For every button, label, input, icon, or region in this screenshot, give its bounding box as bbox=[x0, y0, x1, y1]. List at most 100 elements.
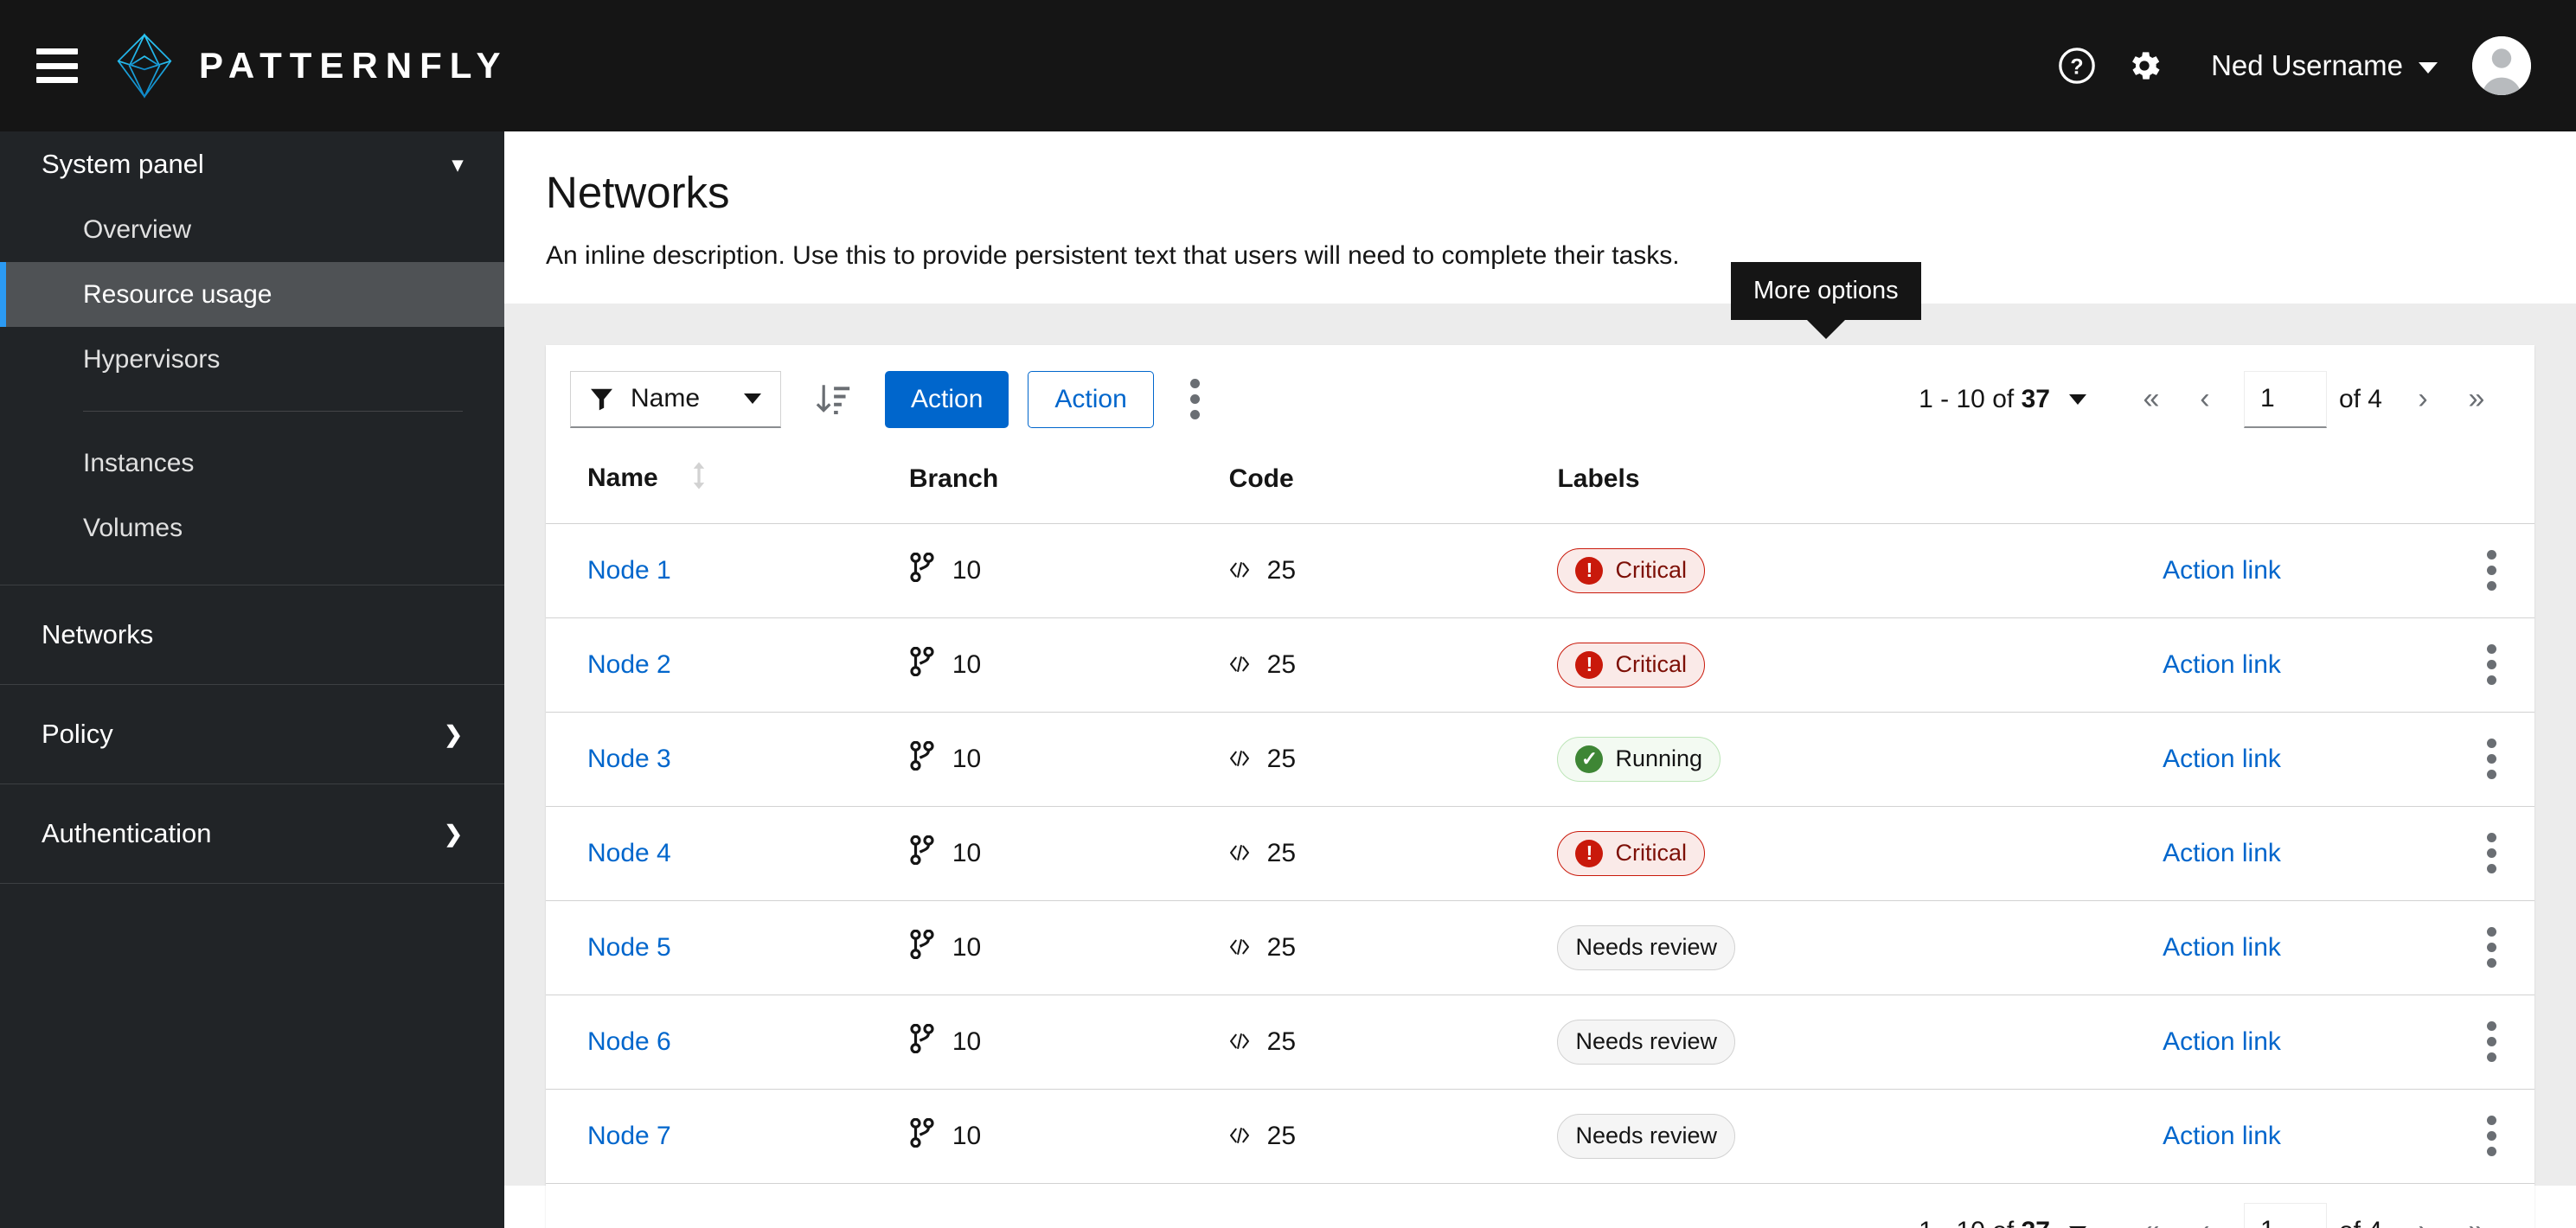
table-toolbar: More options Name Action Action 1 - 10 o… bbox=[546, 261, 2534, 454]
secondary-action-button[interactable]: Action bbox=[1028, 370, 1154, 428]
status-badge-label: Needs review bbox=[1575, 1028, 1718, 1055]
pagination-next-button-bottom[interactable]: › bbox=[2396, 1205, 2450, 1228]
sidebar-item-networks[interactable]: Networks bbox=[0, 585, 504, 684]
page-body: More options Name Action Action 1 - 10 o… bbox=[504, 261, 2576, 1228]
pagination-prev-button-bottom[interactable]: ‹ bbox=[2178, 1205, 2232, 1228]
table-row: Node 6 10 25 Needs review Action link bbox=[546, 995, 2534, 1090]
row-kebab-button[interactable] bbox=[2448, 833, 2534, 874]
column-header-label: Labels bbox=[1557, 464, 1640, 493]
node-link[interactable]: Node 2 bbox=[587, 650, 671, 679]
sidebar-item-resource-usage[interactable]: Resource usage bbox=[0, 262, 504, 327]
row-kebab-button[interactable] bbox=[2448, 550, 2534, 592]
sidebar-item-policy[interactable]: Policy ❯ bbox=[0, 685, 504, 783]
code-value: 25 bbox=[1266, 1027, 1297, 1056]
row-kebab-button[interactable] bbox=[2448, 927, 2534, 969]
sidebar-item-volumes[interactable]: Volumes bbox=[0, 496, 504, 560]
node-link[interactable]: Node 4 bbox=[587, 839, 671, 867]
pagination-first-button-top[interactable]: « bbox=[2124, 373, 2178, 426]
cell-labels: Needs review bbox=[1557, 995, 2163, 1090]
node-link[interactable]: Node 3 bbox=[587, 745, 671, 773]
kebab-dot bbox=[2486, 848, 2496, 859]
exclamation-circle-icon: ! bbox=[1575, 556, 1604, 585]
pagination-next-button-top[interactable]: › bbox=[2396, 373, 2450, 426]
action-link[interactable]: Action link bbox=[2163, 933, 2281, 962]
kebab-dot bbox=[2486, 660, 2496, 670]
cell-kebab bbox=[2448, 523, 2534, 618]
pagination-page-input-top[interactable] bbox=[2243, 370, 2327, 428]
kebab-dot bbox=[2486, 927, 2496, 937]
pagination-total-pages-bottom: of 4 bbox=[2339, 1217, 2382, 1228]
action-link[interactable]: Action link bbox=[2163, 650, 2281, 679]
gear-icon[interactable] bbox=[2111, 32, 2178, 99]
kebab-dot bbox=[2486, 943, 2496, 953]
avatar[interactable] bbox=[2472, 36, 2531, 95]
node-link[interactable]: Node 1 bbox=[587, 556, 671, 585]
kebab-dot bbox=[1190, 394, 1201, 405]
cell-action: Action link bbox=[2163, 806, 2449, 901]
cell-name: Node 1 bbox=[546, 523, 909, 618]
row-kebab-button[interactable] bbox=[2448, 739, 2534, 780]
check-circle-icon: ✓ bbox=[1575, 745, 1604, 773]
brand[interactable]: PATTERNFLY bbox=[114, 32, 509, 99]
cell-code: 25 bbox=[1228, 806, 1558, 901]
chevron-down-icon: ▾ bbox=[452, 152, 463, 176]
row-kebab-button[interactable] bbox=[2448, 1116, 2534, 1157]
cell-name: Node 3 bbox=[546, 712, 909, 807]
kebab-dot bbox=[2486, 1147, 2496, 1157]
pagination-prev-button-top[interactable]: ‹ bbox=[2178, 373, 2232, 426]
column-header-name[interactable]: Name bbox=[546, 453, 909, 524]
action-link[interactable]: Action link bbox=[2163, 839, 2281, 867]
action-link[interactable]: Action link bbox=[2163, 556, 2281, 585]
code-branch-glyph bbox=[910, 835, 934, 865]
pagination-first-button-bottom[interactable]: « bbox=[2124, 1205, 2178, 1228]
table-row: Node 3 10 25 ✓ Running Action link bbox=[546, 712, 2534, 807]
cell-kebab bbox=[2448, 1089, 2534, 1184]
pagination-last-button-bottom[interactable]: » bbox=[2450, 1205, 2503, 1228]
kebab-dot bbox=[2486, 770, 2496, 780]
column-header-labels: Labels bbox=[1557, 453, 2163, 524]
toolbar-kebab-button[interactable] bbox=[1168, 371, 1223, 428]
action-link[interactable]: Action link bbox=[2163, 1122, 2281, 1150]
node-link[interactable]: Node 6 bbox=[587, 1027, 671, 1056]
cell-name: Node 6 bbox=[546, 995, 909, 1090]
column-header-action bbox=[2163, 453, 2449, 524]
sidebar-group-system-panel[interactable]: System panel ▾ bbox=[0, 131, 504, 197]
sidebar-item-hypervisors[interactable]: Hypervisors bbox=[0, 327, 504, 392]
code-value: 25 bbox=[1266, 838, 1297, 867]
cell-labels: Needs review bbox=[1557, 900, 2163, 995]
code-branch-glyph bbox=[910, 740, 934, 771]
sidebar-item-overview[interactable]: Overview bbox=[0, 197, 504, 262]
filter-select[interactable]: Name bbox=[570, 370, 781, 428]
row-kebab-button[interactable] bbox=[2448, 1021, 2534, 1063]
user-menu[interactable]: Ned Username bbox=[2211, 49, 2438, 82]
cell-name: Node 4 bbox=[546, 806, 909, 901]
node-link[interactable]: Node 5 bbox=[587, 933, 671, 962]
kebab-dot bbox=[2486, 754, 2496, 764]
card-footer: 1 - 10 of 37 « ‹ of 4 › » bbox=[546, 1184, 2534, 1228]
sidebar-item-label: Volumes bbox=[83, 513, 183, 542]
filter-icon bbox=[591, 388, 612, 410]
sidebar-item-authentication[interactable]: Authentication ❯ bbox=[0, 784, 504, 883]
pagination-page-input-bottom[interactable] bbox=[2243, 1202, 2327, 1228]
action-link[interactable]: Action link bbox=[2163, 1027, 2281, 1056]
cell-code: 25 bbox=[1228, 523, 1558, 618]
help-icon[interactable]: ? bbox=[2043, 32, 2111, 99]
cell-action: Action link bbox=[2163, 523, 2449, 618]
table-row: Node 4 10 25! Critical Action link bbox=[546, 806, 2534, 901]
hamburger-menu-icon[interactable] bbox=[36, 48, 78, 83]
pagination-per-page-toggle-top[interactable] bbox=[2068, 393, 2086, 405]
kebab-dot bbox=[2486, 833, 2496, 843]
code-branch-glyph bbox=[910, 646, 934, 676]
filter-select-label: Name bbox=[631, 384, 701, 413]
code-glyph bbox=[1229, 656, 1249, 672]
pagination-nav-bottom: « ‹ of 4 › » bbox=[2124, 1202, 2503, 1228]
pagination-last-button-top[interactable]: » bbox=[2450, 373, 2503, 426]
sort-button[interactable] bbox=[802, 371, 862, 428]
primary-action-button[interactable]: Action bbox=[885, 370, 1009, 428]
action-link[interactable]: Action link bbox=[2163, 745, 2281, 773]
kebab-dot bbox=[1190, 410, 1201, 420]
row-kebab-button[interactable] bbox=[2448, 644, 2534, 686]
page-header: Networks An inline description. Use this… bbox=[504, 131, 2576, 304]
sidebar-item-instances[interactable]: Instances bbox=[0, 431, 504, 496]
node-link[interactable]: Node 7 bbox=[587, 1122, 671, 1150]
